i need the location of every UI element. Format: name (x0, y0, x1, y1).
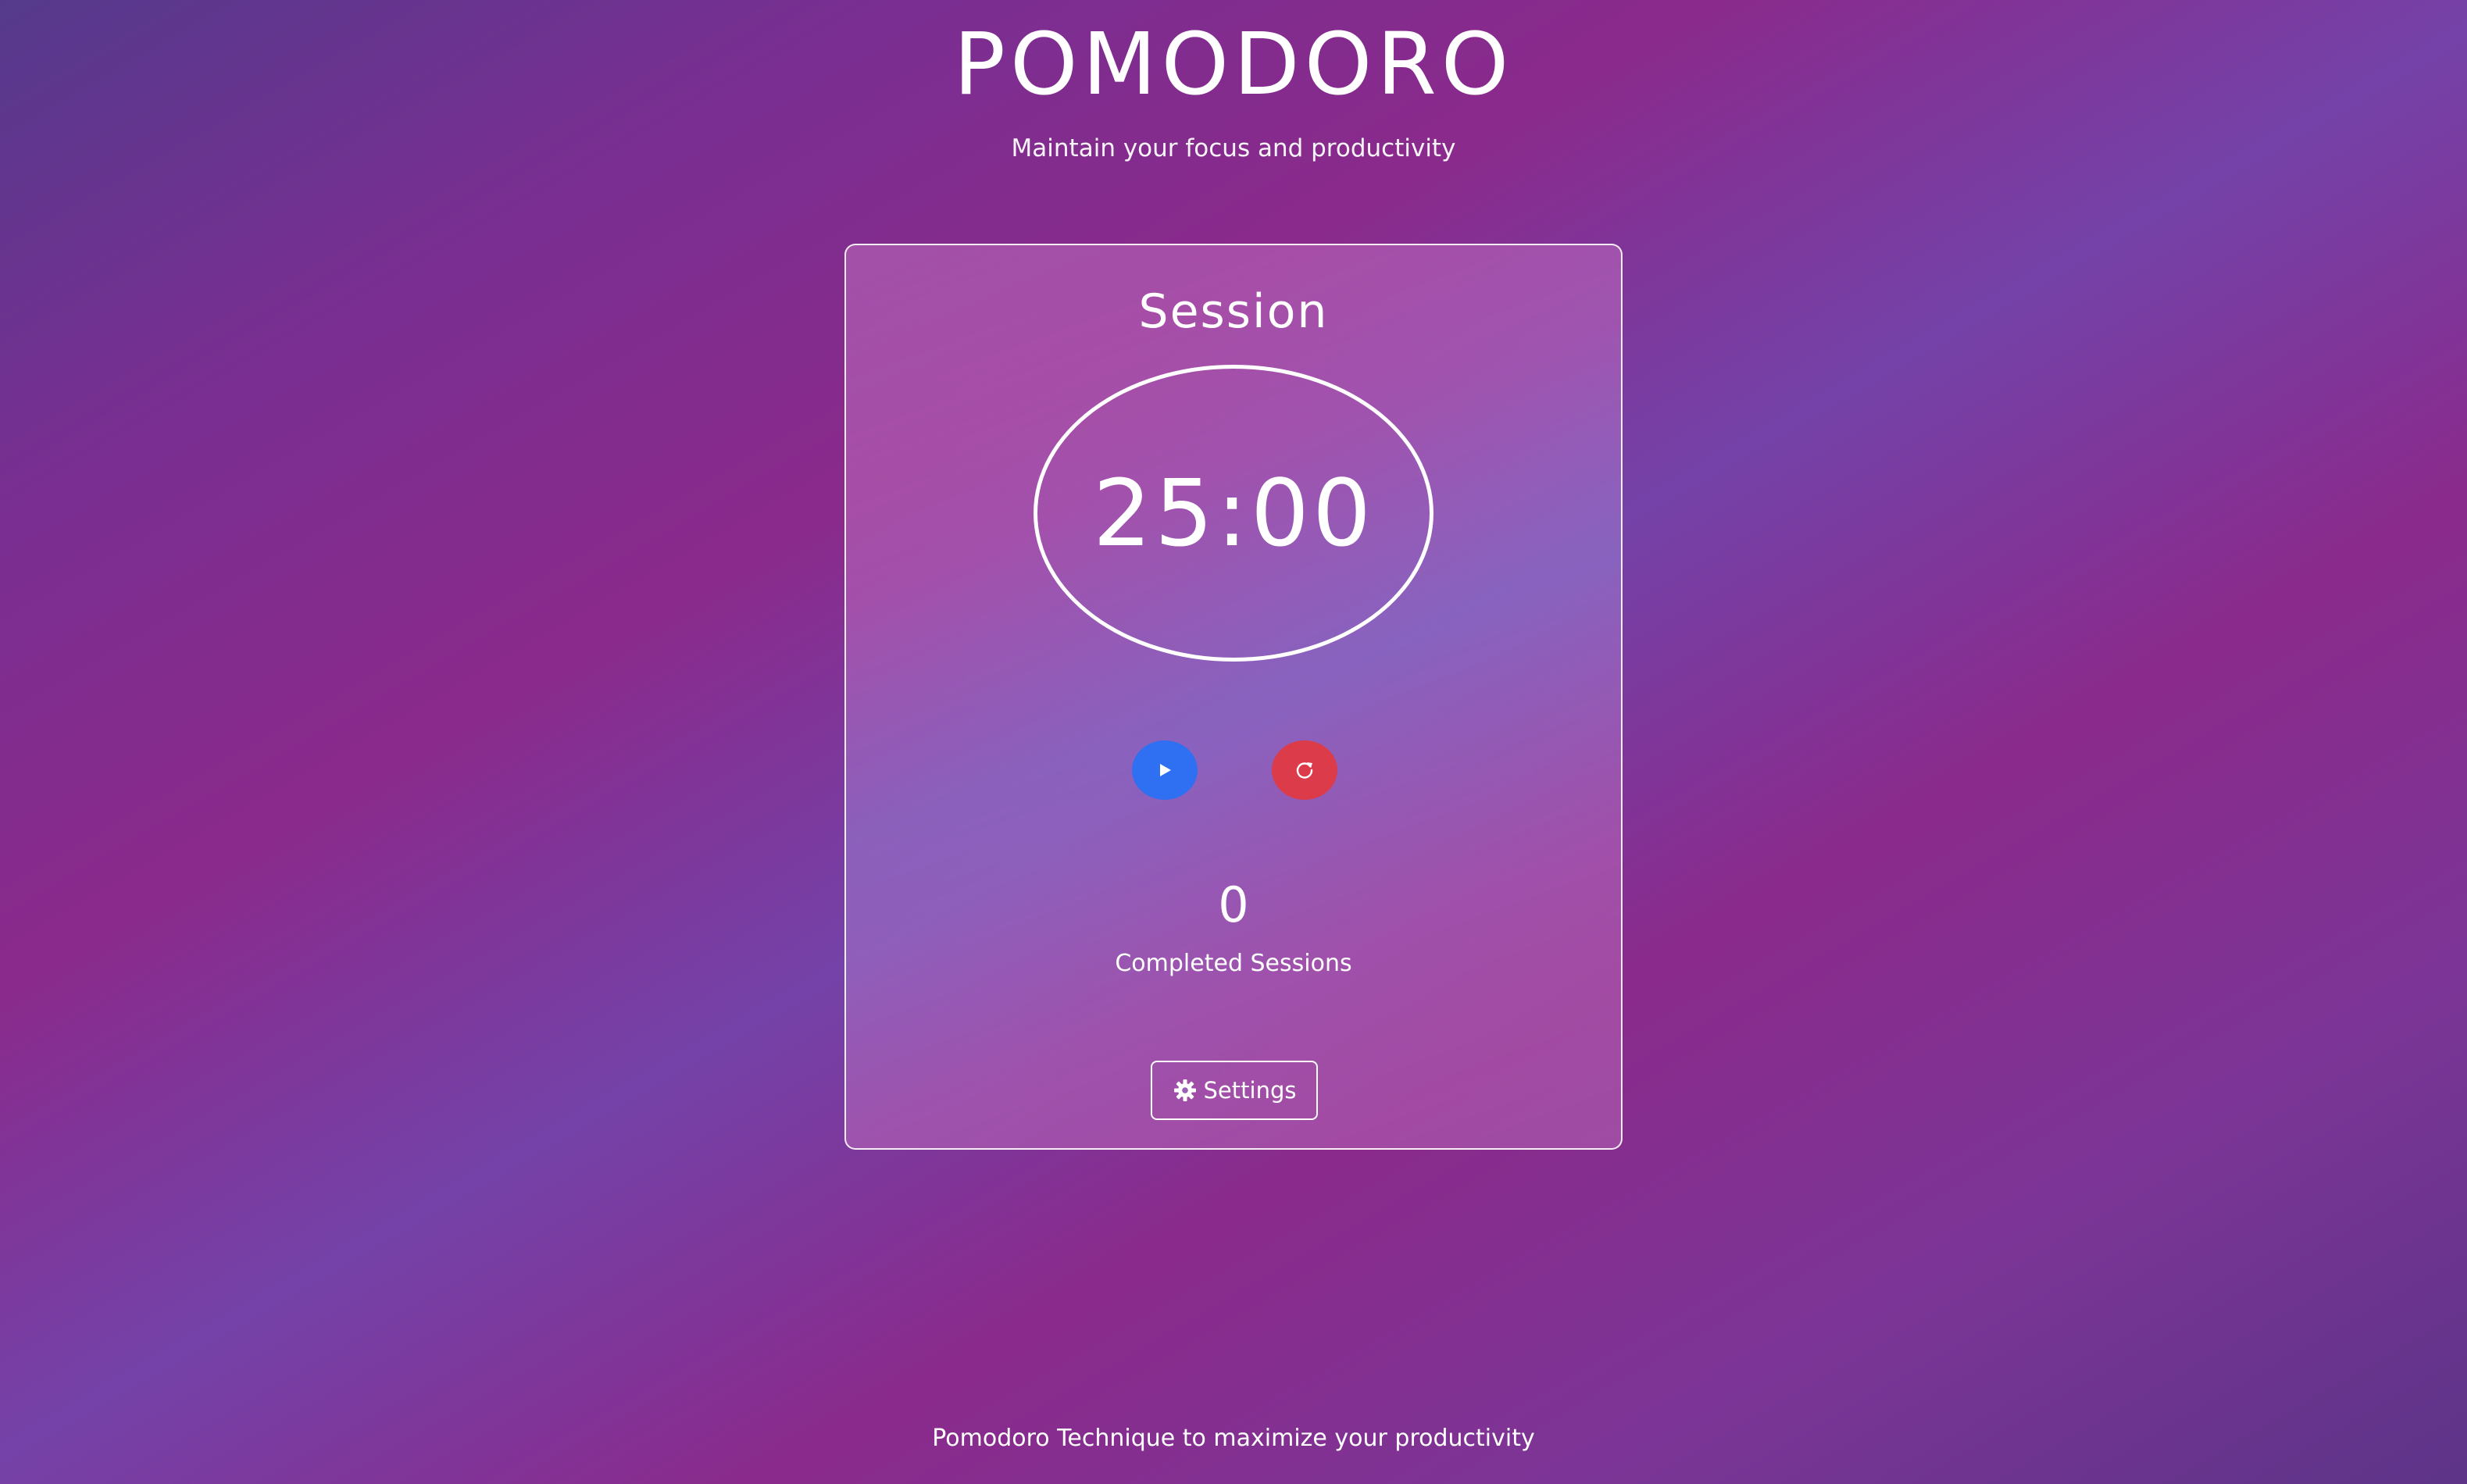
completed-count: 0 (1218, 876, 1249, 933)
settings-button[interactable]: Settings (1151, 1061, 1318, 1120)
completed-label: Completed Sessions (1115, 950, 1352, 977)
reset-icon (1296, 762, 1313, 779)
reset-button[interactable] (1272, 740, 1337, 800)
app-title: POMODORO (953, 14, 1514, 114)
app-subtitle: Maintain your focus and productivity (1011, 134, 1456, 162)
timer-card: Session 25:00 0 Completed Sessions Setti… (844, 244, 1623, 1150)
session-title: Session (1138, 284, 1329, 339)
play-icon (1160, 764, 1171, 776)
timer-ring: 25:00 (1034, 365, 1433, 662)
settings-label: Settings (1203, 1077, 1297, 1104)
footer-text: Pomodoro Technique to maximize your prod… (932, 1425, 1535, 1452)
timer-display: 25:00 (1092, 459, 1375, 567)
start-button[interactable] (1132, 740, 1198, 800)
gear-icon (1173, 1079, 1196, 1101)
